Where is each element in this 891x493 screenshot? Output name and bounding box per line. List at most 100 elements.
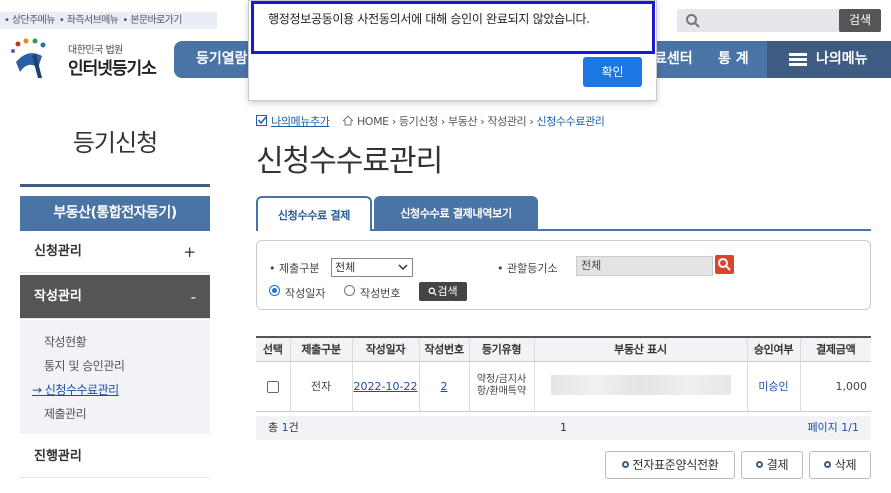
circle-icon [755,461,763,468]
sidebar-title: 등기신청 [72,129,158,157]
radio-number-label: 작성번호 [360,287,401,300]
sidebar-item-label: 진행관리 [34,449,82,464]
col-header: 작성일자 [351,336,419,362]
submit-type-label: • 제출구분 [269,262,320,275]
filter-search-button[interactable]: 검색 [419,282,467,301]
breadcrumb-current: 신청수수료관리 [536,115,605,128]
cell-property [533,361,747,412]
sidebar-divider [20,184,210,187]
tab-payment-history[interactable]: 신청수수료 결제내역보기 [374,196,538,231]
skip-link-side-menu[interactable]: • 좌측서브메뉴 [59,15,119,26]
search-input[interactable] [705,11,835,30]
page-title: 신청수수료관리 [256,144,443,179]
fee-table: 선택 제출구분 작성일자 작성번호 등기유형 부동산 표시 승인여부 결제금액 … [256,336,871,412]
alert-dialog: 행정정보공동이용 사전동의서에 대해 승인이 완료되지 않았습니다. 확인 [248,0,657,101]
breadcrumb-item[interactable]: 부동산 [448,115,478,128]
court-label: • 관할등기소 [497,262,558,275]
home-icon [342,115,354,126]
cell-amount: 1,000 [799,361,871,412]
radio-number[interactable] [344,285,355,296]
button-label: 결제 [766,458,789,472]
col-header: 선택 [256,336,290,362]
expand-icon: + [183,243,196,261]
my-menu-label: 나의메뉴 [816,51,868,67]
logo-title: 인터넷등기소 [68,59,157,79]
total-prefix: 총 [268,421,282,434]
col-header: 작성번호 [418,336,469,362]
table-row: 전자 2022-10-22 2 약정/금지사항/환매특약 미승인 1,000 [256,361,871,412]
checkbox-heart-icon [256,115,267,126]
col-header: 승인여부 [746,336,800,362]
redacted-address [550,374,731,395]
submit-type-select[interactable]: 전체 [331,258,413,277]
circle-icon [823,461,831,468]
breadcrumb-item[interactable]: 작성관리 [487,115,526,128]
col-header: 등기유형 [468,336,534,362]
court-input[interactable]: 전체 [576,256,713,276]
submit-type-value: 전체 [335,261,356,274]
row-checkbox[interactable] [266,380,279,393]
total-count: 총 1건 [268,416,299,440]
page-number[interactable]: 1 [560,416,567,440]
sidebar-item-writing-mgmt[interactable]: 작성관리 - [20,275,210,319]
court-search-button[interactable] [715,255,734,274]
cell-date-link[interactable]: 2022-10-22 [351,361,419,412]
total-number: 1 [281,421,289,434]
breadcrumb-item[interactable]: 등기신청 [399,115,438,128]
sidebar-item-label: 신청관리 [34,244,82,259]
sidebar-item-label: 작성관리 [34,289,82,304]
skip-link-top-menu[interactable]: • 상단주메뉴 [4,15,55,26]
court-emblem-icon [11,38,46,78]
alert-message: 행정정보공동이용 사전동의서에 대해 승인이 완료되지 않았습니다. [268,12,590,26]
chevron-down-icon [398,264,408,271]
breadcrumb-home[interactable]: HOME [357,115,389,128]
alert-ok-button[interactable]: 확인 [583,57,642,87]
sidebar-subitem-writing-status[interactable]: 작성현황 [20,330,210,354]
page-indicator: 페이지 1/1 [807,421,859,434]
hamburger-icon [789,53,807,66]
skip-link-content[interactable]: • 본문바로가기 [122,15,182,26]
pay-button[interactable]: 결제 [741,451,803,479]
breadcrumb: 나의메뉴추가 HOME › 등기신청 › 부동산 › 작성관리 › 신청수수료관… [256,113,605,129]
add-favorite-link[interactable]: 나의메뉴추가 [271,115,330,128]
sidebar-item-progress-mgmt[interactable]: 진행관리 [20,436,210,478]
sidebar-subitem-fee-mgmt[interactable]: → 신청수수료관리 [20,378,210,402]
my-menu-button[interactable]: 나의메뉴 [767,41,891,78]
sidebar-submenu: 작성현황 통지 및 승인관리 → 신청수수료관리 제출관리 [20,320,210,434]
delete-button[interactable]: 삭제 [809,451,871,479]
sidebar-item-application-mgmt[interactable]: 신청관리 + [20,231,210,273]
cell-reg-type: 약정/금지사항/환매특약 [468,361,534,412]
filter-search-label: 검색 [437,285,458,298]
circle-icon [621,461,629,468]
alert-message-box: 행정정보공동이용 사전동의서에 대해 승인이 완료되지 않았습니다. [251,1,655,54]
convert-standard-form-button[interactable]: 전자표준양식전환 [605,451,735,479]
cell-approval: 미승인 [746,361,800,412]
search-button[interactable]: 검색 [839,9,881,32]
col-header: 제출구분 [289,336,352,362]
button-label: 전자표준양식전환 [632,458,719,472]
col-header: 결제금액 [799,336,871,362]
search-bar: 검색 [677,9,881,32]
table-header-row: 선택 제출구분 작성일자 작성번호 등기유형 부동산 표시 승인여부 결제금액 [256,336,871,362]
skip-links: • 상단주메뉴 • 좌측서브메뉴 • 본문바로가기 [0,12,217,29]
search-icon [718,258,731,271]
radio-date-label: 작성일자 [285,287,326,300]
collapse-icon: - [190,288,196,306]
table-footer: 총 1건 1 페이지 1/1 [256,416,871,440]
nav-item-statistics[interactable]: 통 계 [718,41,749,78]
button-label: 삭제 [834,458,857,472]
nav-item-view[interactable]: 등기열람 [196,41,248,78]
search-icon [686,14,700,28]
cell-submit-type: 전자 [289,361,352,412]
col-header: 부동산 표시 [533,336,747,362]
radio-date[interactable] [269,285,280,296]
search-filter-panel: • 제출구분 전체 • 관할등기소 전체 작성일자 작성번호 검색 [256,240,871,310]
sidebar-category[interactable]: 부동산(통합전자등기) [20,196,210,231]
site-logo[interactable]: 대한민국 법원 인터넷등기소 [8,38,178,79]
sidebar-subitem-submit-mgmt[interactable]: 제출관리 [20,402,210,426]
total-suffix: 건 [288,421,299,434]
nav-item-service-center[interactable]: 료센터 [654,41,693,78]
sidebar-subitem-notice-approval[interactable]: 통지 및 승인관리 [20,354,210,378]
tab-fee-payment[interactable]: 신청수수료 결제 [256,196,372,231]
cell-number-link[interactable]: 2 [418,361,469,412]
